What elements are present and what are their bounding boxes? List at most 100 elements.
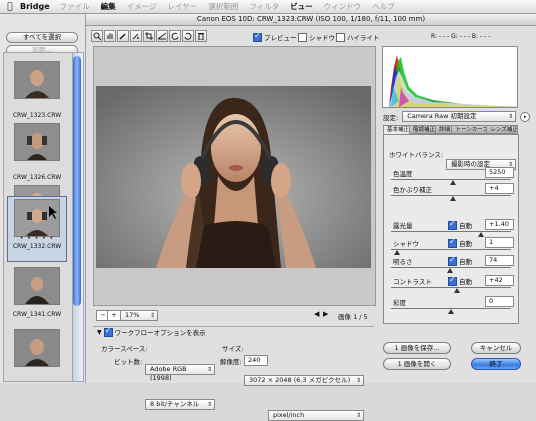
slider-knob[interactable] [450, 196, 457, 201]
slider-knob[interactable] [454, 288, 460, 293]
open-image-button[interactable]: 1 画像を開く [383, 358, 451, 370]
param-value-input[interactable]: 5250 [485, 167, 514, 178]
menu-help[interactable]: ヘルプ [372, 1, 395, 12]
bit-depth-select[interactable]: 8 bit/チャンネル [145, 399, 215, 410]
checkbox-box[interactable] [336, 32, 345, 42]
slider-knob[interactable] [448, 309, 454, 314]
checkbox-box[interactable] [253, 31, 262, 42]
size-select[interactable]: 3072 × 2048 (6.3 メガピクセル) [244, 375, 364, 386]
save-image-button[interactable]: 1 画像を保存... [383, 342, 451, 354]
checkbox-box[interactable] [448, 219, 457, 230]
menu-select[interactable]: 選択範囲 [208, 1, 238, 12]
checkbox-box[interactable] [448, 237, 457, 248]
apple-icon[interactable]:  [0, 2, 20, 12]
param-slider[interactable] [391, 287, 511, 293]
param-label: シャドウ [393, 240, 419, 248]
prev-image-arrow-icon[interactable]: ◀ [314, 310, 319, 318]
slider-knob[interactable] [446, 268, 453, 273]
preview-label: プレビュー [264, 34, 297, 42]
thumbnail-list[interactable]: CRW_1323.CRW CRW_1326.CRW • • • • • CRW_… [3, 52, 73, 382]
done-button[interactable]: 終了 [471, 358, 521, 370]
menu-edit[interactable]: 編集 [101, 1, 116, 12]
param-value-input[interactable]: +42 [485, 275, 514, 286]
param-value-input[interactable]: 1 [485, 237, 514, 248]
resolution-input[interactable]: 240 [244, 355, 268, 366]
straighten-tool-icon[interactable] [156, 30, 168, 42]
tab-levels[interactable]: 階調補正 [408, 125, 436, 134]
param-slider[interactable] [391, 267, 511, 273]
adjustment-tabs: 基本補正 階調補正 詳細 トーンカーブ レンズ補正 [383, 125, 519, 134]
resolution-unit-select[interactable]: pixel/inch [268, 410, 364, 421]
slider-knob[interactable] [394, 250, 400, 255]
param-slider[interactable] [391, 195, 511, 201]
rgb-readout: R: - - - G: - - - B: - - - [431, 33, 491, 40]
checkbox-box[interactable] [298, 32, 307, 42]
menu-window[interactable]: ウィンドウ [324, 1, 362, 12]
tab-tone-curve[interactable]: トーンカーブ [451, 125, 488, 134]
highlight-label: ハイライト [347, 34, 380, 42]
rotate-right-icon[interactable] [182, 30, 194, 42]
checkbox-box[interactable] [448, 255, 457, 266]
highlight-clip-checkbox[interactable]: ハイライト [336, 32, 379, 42]
slider-knob[interactable] [478, 232, 484, 237]
workflow-toggle[interactable]: ▼ ワークフローオプションを表示 [97, 326, 206, 338]
param-value-input[interactable]: +4 [485, 183, 514, 194]
param-slider[interactable] [391, 231, 511, 237]
auto-checkbox[interactable]: 自動 [448, 255, 472, 266]
zoom-in-button[interactable]: + [107, 310, 121, 321]
menu-layer[interactable]: レイヤー [168, 1, 198, 12]
thumbnail-item[interactable] [8, 327, 66, 381]
param-slider[interactable] [391, 249, 511, 255]
shadow-clip-checkbox[interactable]: シャドウ [298, 32, 335, 42]
rating-dots[interactable]: • • • • • [8, 235, 66, 242]
auto-checkbox[interactable]: 自動 [448, 237, 472, 248]
image-counter: 画像 1 / 5 [338, 313, 368, 321]
settings-row: 設定: Camera Raw 初期設定 ▸ [383, 111, 531, 122]
trash-icon[interactable] [195, 30, 207, 42]
preview-image[interactable] [96, 86, 371, 268]
param-label: 彩度 [393, 299, 406, 307]
colorspace-select[interactable]: Adobe RGB (1998) [145, 364, 215, 382]
param-value-input[interactable]: 74 [485, 255, 514, 266]
menu-image[interactable]: イメージ [127, 1, 157, 12]
tab-detail[interactable]: 詳細 [434, 125, 453, 134]
crop-tool-icon[interactable] [143, 30, 155, 42]
thumbnail-image [14, 123, 60, 161]
rotate-left-icon[interactable] [169, 30, 181, 42]
auto-checkbox[interactable]: 自動 [448, 219, 472, 230]
menu-file[interactable]: ファイル [60, 1, 90, 12]
thumbnail-image [14, 329, 60, 367]
checkbox-box[interactable] [103, 326, 113, 337]
next-image-arrow-icon[interactable]: ▶ [323, 310, 328, 318]
hand-tool-icon[interactable] [104, 30, 116, 42]
menu-view[interactable]: ビュー [290, 1, 313, 12]
slider-knob[interactable] [450, 180, 457, 185]
settings-select[interactable]: Camera Raw 初期設定 [402, 111, 517, 122]
zoom-level-select[interactable]: 17% [120, 310, 158, 321]
auto-checkbox[interactable]: 自動 [448, 275, 472, 286]
param-value-input[interactable]: +1.40 [485, 219, 514, 230]
param-slider[interactable] [391, 179, 511, 185]
zoom-tool-icon[interactable] [91, 30, 103, 42]
select-all-button[interactable]: すべてを選択 [6, 32, 78, 43]
param-label: 露光量 [393, 222, 413, 230]
param-value-input[interactable]: 0 [485, 296, 514, 307]
param-slider[interactable] [391, 308, 511, 314]
thumbnail-image [14, 267, 60, 305]
disclosure-triangle-icon[interactable]: ▼ [97, 329, 102, 336]
tab-lens[interactable]: レンズ補正 [486, 125, 519, 134]
thumbnail-filename: CRW_1341.CRW [12, 311, 62, 318]
app-menu[interactable]: Bridge [20, 2, 50, 11]
tab-basic[interactable]: 基本補正 [383, 125, 410, 134]
checkbox-box[interactable] [448, 275, 457, 286]
filmstrip-scroll-thumb[interactable] [73, 56, 81, 306]
menu-filter[interactable]: フィルタ [249, 1, 279, 12]
color-sampler-icon[interactable] [130, 30, 142, 42]
eyedropper-tool-icon[interactable] [117, 30, 129, 42]
thumbnail-item-selected[interactable]: • • • • • CRW_1332.CRW [7, 196, 67, 262]
menu-bar:  Bridge ファイル 編集 イメージ レイヤー 選択範囲 フィルタ ビュー… [0, 0, 536, 14]
settings-menu-icon[interactable]: ▸ [520, 111, 531, 122]
cancel-button[interactable]: キャンセル [471, 342, 521, 354]
thumbnail-item[interactable]: CRW_1341.CRW [8, 265, 66, 329]
preview-checkbox[interactable]: プレビュー [253, 31, 297, 42]
